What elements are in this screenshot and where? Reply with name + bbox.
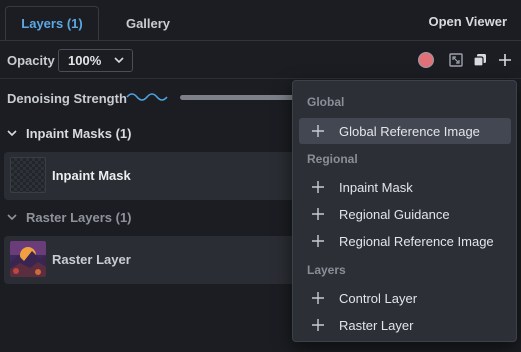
opacity-value: 100% <box>68 53 102 68</box>
menu-section-global: Global <box>307 95 345 109</box>
menu-item-label: Control Layer <box>339 290 418 306</box>
menu-section-layers: Layers <box>307 263 346 277</box>
plus-icon <box>312 292 324 304</box>
menu-item-control-layer[interactable]: Control Layer <box>299 285 511 311</box>
opacity-select[interactable]: 100% <box>58 49 133 72</box>
add-layer-menu: Global Global Reference Image Regional I… <box>292 80 517 342</box>
color-swatch[interactable] <box>418 52 434 68</box>
chevron-down-icon <box>7 210 17 225</box>
opacity-label: Opacity <box>7 53 55 68</box>
chevron-down-icon <box>7 126 17 141</box>
plus-icon <box>312 319 324 331</box>
tab-gallery[interactable]: Gallery <box>113 6 183 40</box>
plus-icon <box>312 208 324 220</box>
menu-section-regional: Regional <box>307 152 358 166</box>
tab-layers[interactable]: Layers (1) <box>5 6 99 40</box>
mask-thumbnail <box>10 157 46 193</box>
layer-name: Raster Layer <box>52 252 131 267</box>
layer-item-inpaint-mask[interactable]: Inpaint Mask <box>4 152 304 200</box>
chevron-down-icon <box>113 54 125 69</box>
menu-item-label: Inpaint Mask <box>339 179 413 195</box>
tab-gallery-label: Gallery <box>125 15 171 31</box>
layer-name: Inpaint Mask <box>52 168 131 183</box>
wave-icon <box>126 90 170 109</box>
menu-item-global-reference-image[interactable]: Global Reference Image <box>299 118 511 144</box>
menu-item-label: Regional Guidance <box>339 206 450 222</box>
denoising-strength-slider[interactable] <box>180 95 300 100</box>
duplicate-icon[interactable] <box>472 52 488 68</box>
menu-item-label: Global Reference Image <box>339 123 480 139</box>
menu-item-inpaint-mask[interactable]: Inpaint Mask <box>299 174 511 200</box>
menu-item-regional-reference-image[interactable]: Regional Reference Image <box>299 228 511 254</box>
plus-icon <box>312 125 324 137</box>
raster-thumbnail <box>10 241 46 277</box>
group-title-inpaint-masks: Inpaint Masks (1) <box>26 126 132 141</box>
plus-icon <box>312 235 324 247</box>
add-layer-icon[interactable] <box>497 52 513 68</box>
layer-item-raster-layer[interactable]: Raster Layer <box>4 236 304 284</box>
group-header-inpaint-masks[interactable]: Inpaint Masks (1) <box>7 126 131 141</box>
open-viewer-button[interactable]: Open Viewer <box>428 14 507 29</box>
menu-item-label: Regional Reference Image <box>339 233 494 249</box>
tab-layers-label: Layers (1) <box>21 16 83 31</box>
divider <box>0 78 521 79</box>
fit-to-bbox-icon[interactable] <box>448 52 464 68</box>
denoising-strength-label: Denoising Strength <box>7 91 127 106</box>
menu-item-regional-guidance[interactable]: Regional Guidance <box>299 201 511 227</box>
plus-icon <box>312 181 324 193</box>
group-header-raster-layers[interactable]: Raster Layers (1) <box>7 210 132 225</box>
group-title-raster-layers: Raster Layers (1) <box>26 210 132 225</box>
menu-item-label: Raster Layer <box>339 317 414 333</box>
menu-item-raster-layer[interactable]: Raster Layer <box>299 312 511 338</box>
